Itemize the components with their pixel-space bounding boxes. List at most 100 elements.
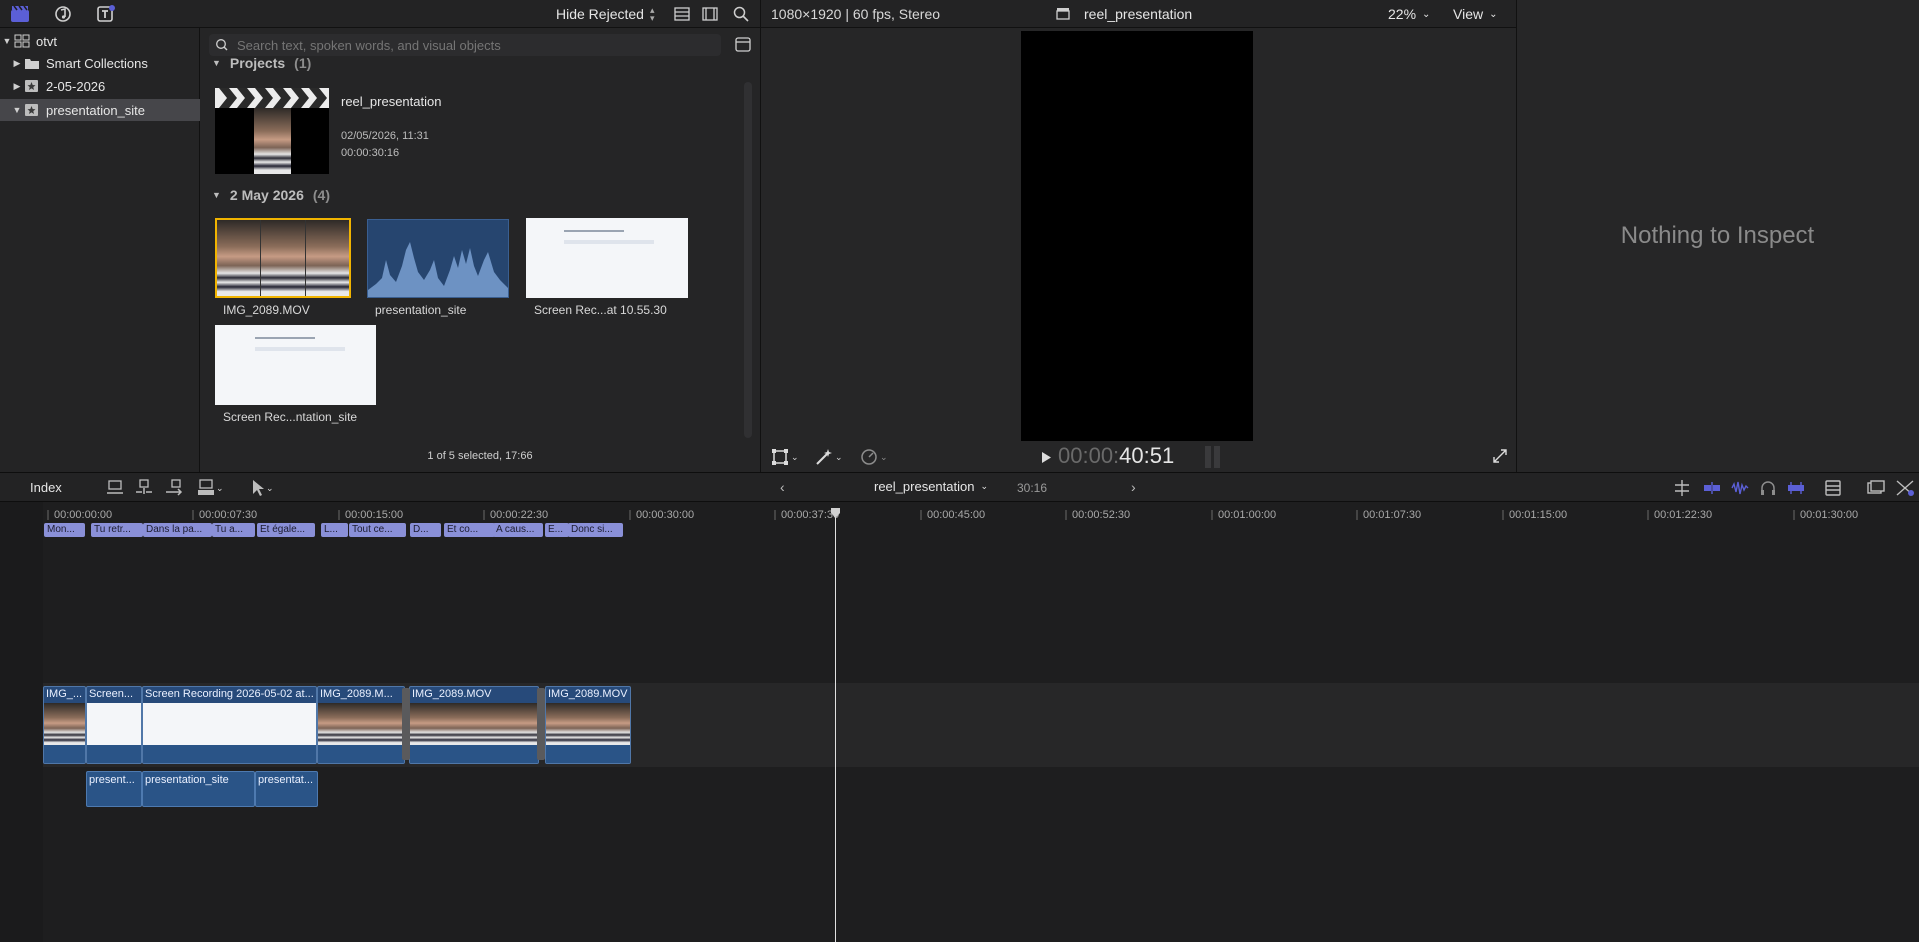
caption-clip[interactable]: Mon... (44, 523, 85, 537)
zoom-menu[interactable]: 22% ⌄ (1388, 6, 1430, 22)
timeline-video-clip[interactable]: IMG_2089.MOV (409, 686, 539, 764)
timeline-audio-clip[interactable]: present... (86, 771, 142, 807)
history-forward-icon[interactable]: › (1131, 479, 1136, 495)
retime-icon[interactable]: ⌄ (860, 448, 890, 466)
chevron-down-icon: ⌄ (266, 482, 274, 493)
clip-waveform (87, 745, 141, 763)
screen-content (564, 240, 654, 244)
connect-clip-icon[interactable] (105, 478, 125, 498)
libraries-icon[interactable] (10, 5, 30, 23)
transition-marker[interactable] (402, 688, 410, 760)
chevron-down-icon: ⌄ (835, 451, 843, 462)
frame (217, 220, 262, 296)
append-clip-icon[interactable] (164, 478, 184, 498)
caption-clip[interactable]: Tu a... (212, 523, 255, 537)
timecode-display[interactable]: 00:00: 40:51 (1058, 443, 1174, 469)
timeline-video-clip[interactable]: Screen Recording 2026-05-02 at... (142, 686, 317, 764)
timeline-audio-clip[interactable]: presentat... (255, 771, 318, 807)
history-back-icon[interactable]: ‹ (780, 479, 785, 495)
timeline-video-clip[interactable]: IMG_2089.M... (317, 686, 405, 764)
timeline-audio-clip[interactable]: presentation_site (142, 771, 255, 807)
view-label: View (1453, 6, 1484, 22)
timeline-video-clip[interactable]: IMG_... (43, 686, 86, 764)
disclosure-open-icon[interactable]: ▼ (0, 36, 14, 46)
filmstrip-view-icon[interactable] (702, 7, 718, 21)
timeline-video-clip[interactable]: Screen... (86, 686, 142, 764)
caption-clip[interactable]: Tu retr... (91, 523, 143, 537)
timeline-video-clip[interactable]: IMG_2089.MOV (545, 686, 631, 764)
projects-section-header[interactable]: ▼ Projects (1) (212, 55, 311, 71)
clip-appearance-timeline-icon[interactable] (1823, 478, 1843, 498)
skimming-icon[interactable] (1672, 478, 1692, 498)
clip-label: present... (89, 774, 135, 786)
clip-thumbnail-img-2089[interactable] (215, 218, 351, 298)
caption-clip[interactable]: A caus... (493, 523, 543, 537)
search-input[interactable] (235, 36, 721, 54)
clip-name: Screen Rec...at 10.55.30 (534, 303, 667, 317)
titles-generators-icon[interactable] (96, 4, 116, 24)
snapping-icon[interactable] (1702, 478, 1722, 498)
fullscreen-icon[interactable] (1493, 449, 1507, 463)
timeline-project-menu[interactable]: reel_presentation ⌄ (874, 479, 988, 494)
clapper-stripes-icon (215, 88, 329, 108)
section-count: (1) (294, 55, 312, 71)
list-view-icon[interactable] (674, 7, 690, 21)
library-item-smart-collections[interactable]: ▶ Smart Collections (10, 52, 210, 74)
transitions-browser-icon[interactable] (1895, 478, 1915, 498)
clip-waveform (546, 745, 630, 763)
library-item-presentation-site[interactable]: ▼ presentation_site (10, 99, 210, 121)
caption-clip[interactable]: D... (410, 523, 441, 537)
screen-content (564, 230, 624, 232)
index-button[interactable]: Index (30, 480, 62, 495)
disclosure-open-icon[interactable]: ▼ (212, 58, 221, 68)
caption-clip[interactable]: Tout ce... (349, 523, 406, 537)
overwrite-clip-icon[interactable]: ⌄ (196, 478, 226, 498)
chevron-down-icon: ⌄ (980, 481, 989, 491)
clip-filmstrip (410, 703, 538, 745)
clip-name: IMG_2089.MOV (223, 303, 310, 317)
clip-name: Screen Rec...ntation_site (223, 410, 358, 424)
disclosure-closed-icon[interactable]: ▶ (10, 81, 24, 92)
frame (261, 220, 306, 296)
clip-connections-icon[interactable] (1786, 478, 1806, 498)
audio-skimming-icon[interactable] (1730, 478, 1750, 498)
playhead[interactable] (835, 508, 836, 942)
clip-thumbnail-presentation-site[interactable] (367, 219, 509, 298)
view-menu[interactable]: View ⌄ (1453, 6, 1497, 22)
browser-scrollbar[interactable] (744, 82, 752, 438)
search-field[interactable] (209, 34, 721, 56)
caption-clip[interactable]: E... (545, 523, 569, 537)
search-icon[interactable] (733, 6, 749, 22)
caption-clip[interactable]: Et égale... (257, 523, 315, 537)
clip-filmstrip (318, 703, 404, 745)
photos-audio-icon[interactable] (53, 5, 73, 23)
caption-clip[interactable]: Et co... (444, 523, 495, 537)
effects-browser-icon[interactable] (1866, 478, 1886, 498)
viewer-canvas[interactable] (1021, 31, 1253, 441)
project-thumbnail[interactable] (215, 88, 329, 174)
play-button[interactable] (1040, 451, 1052, 464)
clip-appearance-icon[interactable] (735, 37, 751, 52)
transition-marker[interactable] (537, 688, 545, 760)
disclosure-closed-icon[interactable]: ▶ (10, 58, 24, 69)
caption-clip[interactable]: L... (321, 523, 348, 537)
caption-clip[interactable]: Donc si... (568, 523, 623, 537)
disclosure-open-icon[interactable]: ▼ (212, 190, 221, 200)
event-section-header[interactable]: ▼ 2 May 2026 (4) (212, 187, 330, 203)
library-item-event-2-05-2026[interactable]: ▶ 2-05-2026 (10, 75, 210, 97)
transform-tool-icon[interactable]: ⌄ (771, 448, 801, 466)
clip-thumbnail-screen-recording-1[interactable] (526, 218, 688, 298)
insert-clip-icon[interactable] (134, 478, 154, 498)
library-item-otvt[interactable]: ▼ otvt (0, 30, 200, 52)
playhead-handle[interactable] (831, 508, 840, 518)
clip-thumbnail-screen-recording-2[interactable] (215, 325, 376, 405)
hide-rejected-filter[interactable]: Hide Rejected ▴ ▾ (556, 6, 654, 23)
screen-content (255, 347, 345, 351)
clip-name: presentation_site (375, 303, 467, 317)
disclosure-open-icon[interactable]: ▼ (10, 105, 24, 115)
solo-headphones-icon[interactable] (1758, 478, 1778, 498)
enhancements-icon[interactable]: ⌄ (815, 448, 845, 466)
format-info: 1080×1920 | 60 fps, Stereo (771, 6, 941, 22)
select-tool-icon[interactable]: ⌄ (250, 478, 280, 498)
caption-clip[interactable]: Dans la pa... (143, 523, 212, 537)
